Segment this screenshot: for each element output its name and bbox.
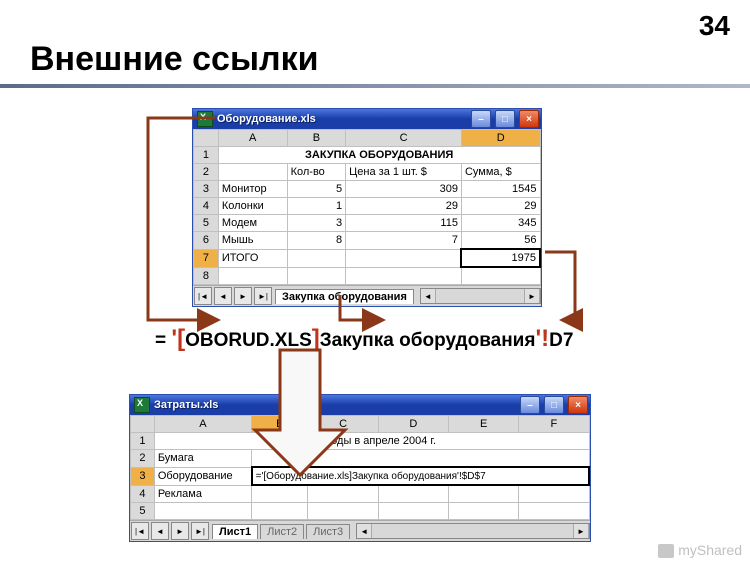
row-4[interactable]: 4: [131, 485, 155, 503]
tab-next-icon[interactable]: ►: [234, 287, 252, 305]
row-3[interactable]: 3: [194, 181, 219, 198]
page-title: Внешние ссылки: [30, 40, 319, 79]
tab-nav-buttons: |◄ ◄ ► ►|: [130, 521, 210, 541]
page-number: 34: [699, 10, 730, 42]
close-button[interactable]: ×: [568, 396, 588, 414]
tab-first-icon[interactable]: |◄: [131, 522, 149, 540]
row-5[interactable]: 5: [194, 215, 219, 232]
select-all-corner[interactable]: [131, 416, 155, 433]
tabstrip-2: |◄ ◄ ► ►| Лист1 Лист2 Лист3 ◄►: [130, 520, 590, 541]
minimize-button[interactable]: –: [471, 110, 491, 128]
row-3[interactable]: 3: [131, 467, 155, 485]
col-C[interactable]: C: [308, 416, 378, 433]
formula-eq: =: [155, 330, 171, 351]
sheet-tab-1[interactable]: Лист1: [212, 524, 258, 539]
window-caption: Оборудование.xls: [217, 113, 316, 125]
row-8[interactable]: 8: [194, 267, 219, 285]
sheet-tab-2[interactable]: Лист2: [260, 524, 304, 539]
titlebar-zatraty[interactable]: Затраты.xls – □ ×: [130, 395, 590, 415]
col-A[interactable]: A: [154, 416, 251, 433]
hscroll[interactable]: ◄►: [420, 288, 541, 304]
formula-display: = '[OBORUD.XLS]Закупка оборудования'!D7: [155, 325, 573, 353]
tab-first-icon[interactable]: |◄: [194, 287, 212, 305]
formula-close-bracket: ]: [312, 325, 320, 352]
watermark: myShared: [658, 542, 742, 558]
sheet-tab[interactable]: Закупка оборудования: [275, 289, 414, 304]
minimize-button[interactable]: –: [520, 396, 540, 414]
col-E[interactable]: E: [449, 416, 519, 433]
maximize-button[interactable]: □: [544, 396, 564, 414]
tab-prev-icon[interactable]: ◄: [214, 287, 232, 305]
row-6[interactable]: 6: [194, 232, 219, 250]
window-oborud: Оборудование.xls – □ × A B C D 1ЗАКУПКА …: [192, 108, 542, 307]
row-1[interactable]: 1: [131, 433, 155, 450]
select-all-corner[interactable]: [194, 130, 219, 147]
row-7[interactable]: 7: [194, 249, 219, 267]
row-4[interactable]: 4: [194, 198, 219, 215]
formula-sheet: Закупка оборудования: [320, 330, 536, 351]
col-D[interactable]: D: [461, 130, 540, 147]
sheet-oborud: A B C D 1ЗАКУПКА ОБОРУДОВАНИЯ 2Кол-воЦен…: [193, 129, 541, 306]
header-row[interactable]: ЗАКУПКА ОБОРУДОВАНИЯ: [218, 147, 540, 164]
cell-D7[interactable]: 1975: [461, 249, 540, 267]
formula-file: OBORUD.XLS: [185, 330, 312, 351]
col-A[interactable]: A: [218, 130, 287, 147]
sheet-tab-3[interactable]: Лист3: [306, 524, 350, 539]
formula-open-bracket: '[: [171, 325, 185, 352]
tabstrip-1: |◄ ◄ ► ►| Закупка оборудования ◄►: [193, 285, 541, 306]
row-1[interactable]: 1: [194, 147, 219, 164]
cell-B3[interactable]: ='[Оборудование.xls]Закупка оборудования…: [252, 467, 589, 485]
tab-last-icon[interactable]: ►|: [191, 522, 209, 540]
col-D[interactable]: D: [378, 416, 448, 433]
window-caption: Затраты.xls: [154, 399, 218, 411]
hscroll[interactable]: ◄►: [356, 523, 590, 539]
window-zatraty: Затраты.xls – □ × A B C D E F 1Расходы в…: [129, 394, 591, 542]
maximize-button[interactable]: □: [495, 110, 515, 128]
tab-next-icon[interactable]: ►: [171, 522, 189, 540]
col-F[interactable]: F: [519, 416, 589, 433]
col-B[interactable]: B: [287, 130, 346, 147]
grid-oborud[interactable]: A B C D 1ЗАКУПКА ОБОРУДОВАНИЯ 2Кол-воЦен…: [193, 129, 541, 285]
row-2[interactable]: 2: [131, 450, 155, 468]
window-buttons: – □ ×: [469, 108, 541, 130]
col-C[interactable]: C: [346, 130, 462, 147]
titlebar-oborud[interactable]: Оборудование.xls – □ ×: [193, 109, 541, 129]
excel-icon: [134, 397, 150, 413]
row-5[interactable]: 5: [131, 503, 155, 520]
grid-zatraty[interactable]: A B C D E F 1Расходы в апреле 2004 г. 2Б…: [130, 415, 590, 520]
row-2[interactable]: 2: [194, 164, 219, 181]
watermark-icon: [658, 544, 674, 558]
sheet-zatraty: A B C D E F 1Расходы в апреле 2004 г. 2Б…: [130, 415, 590, 541]
col-B[interactable]: B: [252, 416, 308, 433]
formula-cell: D7: [549, 330, 573, 351]
title-underline: [0, 84, 750, 88]
tab-prev-icon[interactable]: ◄: [151, 522, 169, 540]
close-button[interactable]: ×: [519, 110, 539, 128]
header-row[interactable]: Расходы в апреле 2004 г.: [154, 433, 589, 450]
formula-exclam: '!: [535, 325, 549, 352]
excel-icon: [197, 111, 213, 127]
tab-nav-buttons: |◄ ◄ ► ►|: [193, 286, 273, 306]
window-buttons: – □ ×: [518, 394, 590, 416]
tab-last-icon[interactable]: ►|: [254, 287, 272, 305]
